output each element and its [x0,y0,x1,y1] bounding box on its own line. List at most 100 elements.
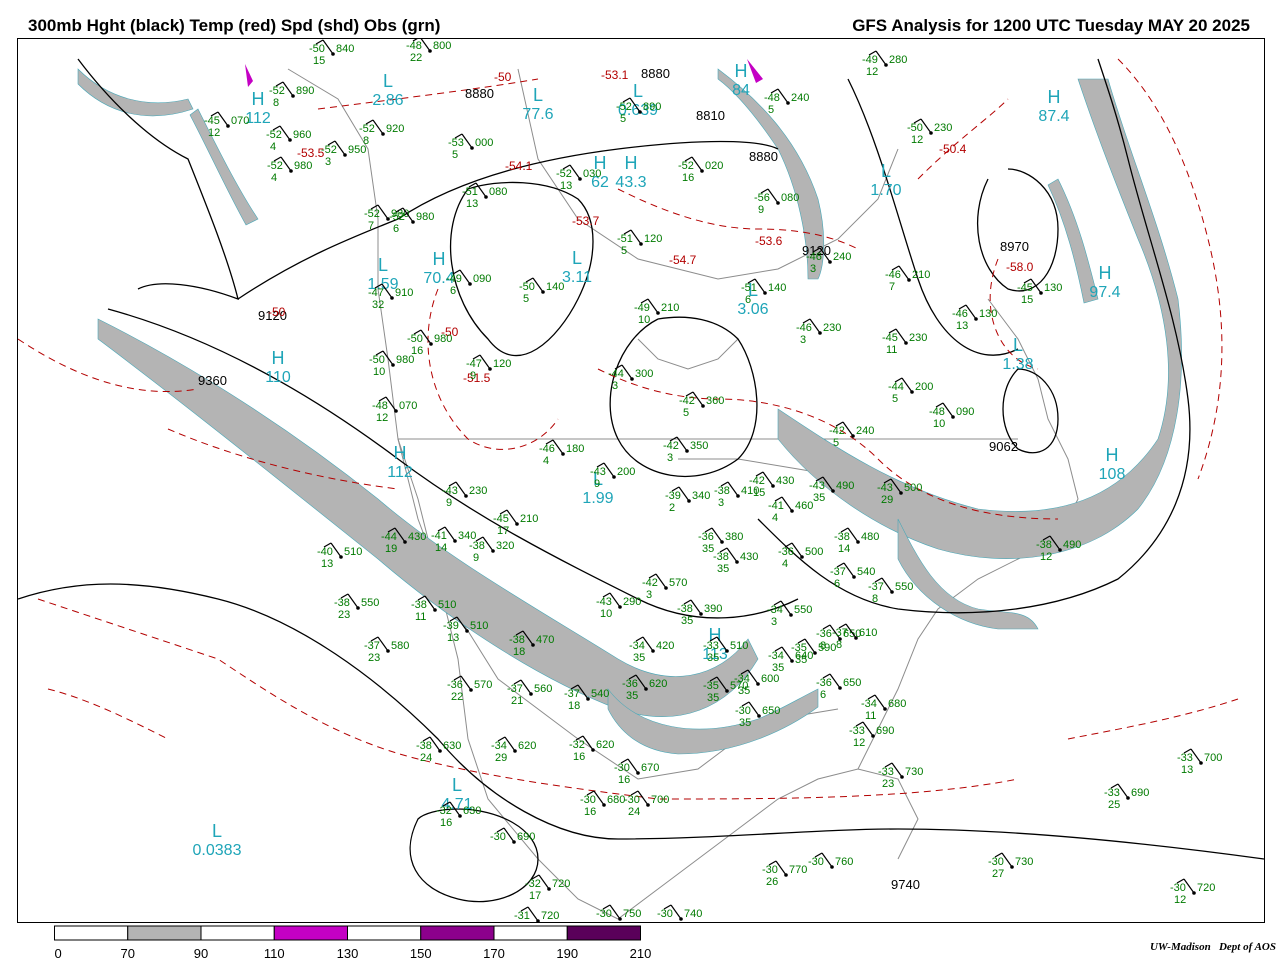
obs-temp: -46 [806,251,822,263]
obs-temp: -50 [407,333,423,345]
obs-height: 320 [496,540,514,552]
obs-height: 510 [344,546,362,558]
weather-map: 8880888088108880912091209360897090629740… [17,38,1265,923]
obs-dewpoint: 13 [1181,764,1193,776]
obs-height: 020 [705,160,723,172]
obs-height: 210 [520,513,538,525]
obs-temp: -43 [596,596,612,608]
obs-dewpoint: 26 [766,876,778,888]
obs-temp: -30 [1170,882,1186,894]
obs-temp: -30 [762,864,778,876]
obs-dewpoint: 16 [618,774,630,786]
obs-dewpoint: 12 [1040,551,1052,563]
obs-temp: -36 [622,678,638,690]
temp-label: -53.6 [755,234,783,248]
obs-temp: -34 [629,640,645,652]
obs-dewpoint: 35 [738,685,750,697]
temp-label: -50.4 [939,142,967,156]
obs-height: 130 [979,308,997,320]
obs-temp: -30 [808,856,824,868]
obs-dewpoint: 13 [447,632,459,644]
obs-dewpoint: 7 [368,220,374,232]
obs-height: 480 [861,531,879,543]
obs-dewpoint: 12 [208,127,220,139]
obs-dewpoint: 35 [707,652,719,664]
obs-temp: -38 [713,551,729,563]
center-value: 97.4 [1089,284,1120,301]
obs-height: 510 [730,640,748,652]
obs-dewpoint: 8 [872,593,878,605]
obs-dewpoint: 23 [368,652,380,664]
obs-temp: -50 [309,43,325,55]
obs-dewpoint: 3 [718,497,724,509]
obs-temp: -38 [469,540,485,552]
obs-temp: -34 [734,673,750,685]
obs-temp: -52 [678,160,694,172]
obs-temp: -34 [861,698,877,710]
obs-height: 030 [583,168,601,180]
obs-temp: -38 [834,531,850,543]
credit: UW-Madison Dept of AOS [1150,941,1276,953]
obs-height: 680 [607,794,625,806]
obs-height: 690 [876,725,894,737]
obs-temp: -33 [849,725,865,737]
obs-height: 210 [661,302,679,314]
obs-dewpoint: 5 [523,293,529,305]
obs-height: 920 [386,123,404,135]
obs-dewpoint: 35 [681,615,693,627]
obs-height: 750 [623,908,641,920]
obs-temp: -30 [614,762,630,774]
legend-tick: 90 [194,946,208,959]
obs-temp: -32 [436,805,452,817]
obs-height: 620 [596,739,614,751]
obs-temp: -49 [862,54,878,66]
center-value: 3.06 [737,301,768,318]
legend-swatch [54,925,129,941]
obs-dewpoint: 10 [600,608,612,620]
center-letter: H [735,61,748,81]
center-value: 110 [265,369,291,386]
credit-org: UW-Madison [1149,941,1211,953]
obs-temp: -38 [677,603,693,615]
obs-temp: -38 [1036,539,1052,551]
obs-dewpoint: 35 [626,690,638,702]
obs-dewpoint: 10 [373,366,385,378]
obs-dewpoint: 3 [800,334,806,346]
obs-temp: -39 [443,620,459,632]
obs-dewpoint: 35 [813,492,825,504]
obs-height: 690 [1131,787,1149,799]
obs-temp: -50 [369,354,385,366]
center-value: 77.6 [522,106,553,123]
obs-dewpoint: 13 [321,558,333,570]
obs-temp: -38 [334,597,350,609]
obs-height: 490 [836,480,854,492]
obs-height: 000 [475,137,493,149]
obs-dewpoint: 25 [1108,799,1120,811]
obs-temp: -30 [580,794,596,806]
legend-swatch [420,925,495,941]
obs-temp: -47 [368,287,384,299]
credit-dept: Dept of AOS [1218,941,1276,953]
obs-temp: -52 [389,211,405,223]
height-label: 8970 [1000,239,1029,254]
obs-temp: -30 [735,705,751,717]
obs-dewpoint: 9 [758,204,764,216]
obs-temp: -43 [809,480,825,492]
legend-swatch [200,925,275,941]
center-value: 43.3 [615,174,646,191]
obs-height: 560 [534,683,552,695]
chart-title: 300mb Hght (black) Temp (red) Spd (shd) … [28,16,441,35]
obs-dewpoint: 24 [420,752,432,764]
obs-height: 600 [761,673,779,685]
obs-dewpoint: 22 [410,52,422,64]
obs-temp: -56 [754,192,770,204]
legend-tick: 110 [264,946,285,959]
obs-temp: -36 [816,677,832,689]
legend-swatch [347,925,422,941]
obs-height: 570 [669,577,687,589]
obs-height: 960 [293,129,311,141]
center-letter: L [212,821,222,841]
obs-height: 730 [905,766,923,778]
obs-temp: -53 [448,137,464,149]
obs-temp: -33 [703,640,719,652]
